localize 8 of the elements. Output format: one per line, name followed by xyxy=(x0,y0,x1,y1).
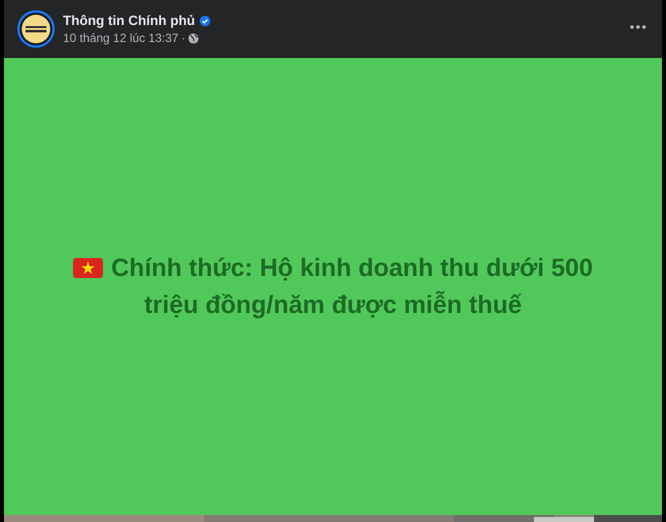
globe-icon xyxy=(188,32,200,44)
author-name[interactable]: Thông tin Chính phủ xyxy=(63,13,195,28)
more-options-icon[interactable] xyxy=(630,25,646,29)
separator-dot: · xyxy=(181,31,186,45)
avatar-icon[interactable] xyxy=(17,10,55,48)
post-timestamp[interactable]: 10 tháng 12 lúc 13:37 xyxy=(63,31,178,45)
post-headline: Chính thức: Hộ kinh doanh thu dưới 500 triệu đồng/năm được miễn thuế xyxy=(111,254,593,318)
flag-icon xyxy=(73,256,104,278)
